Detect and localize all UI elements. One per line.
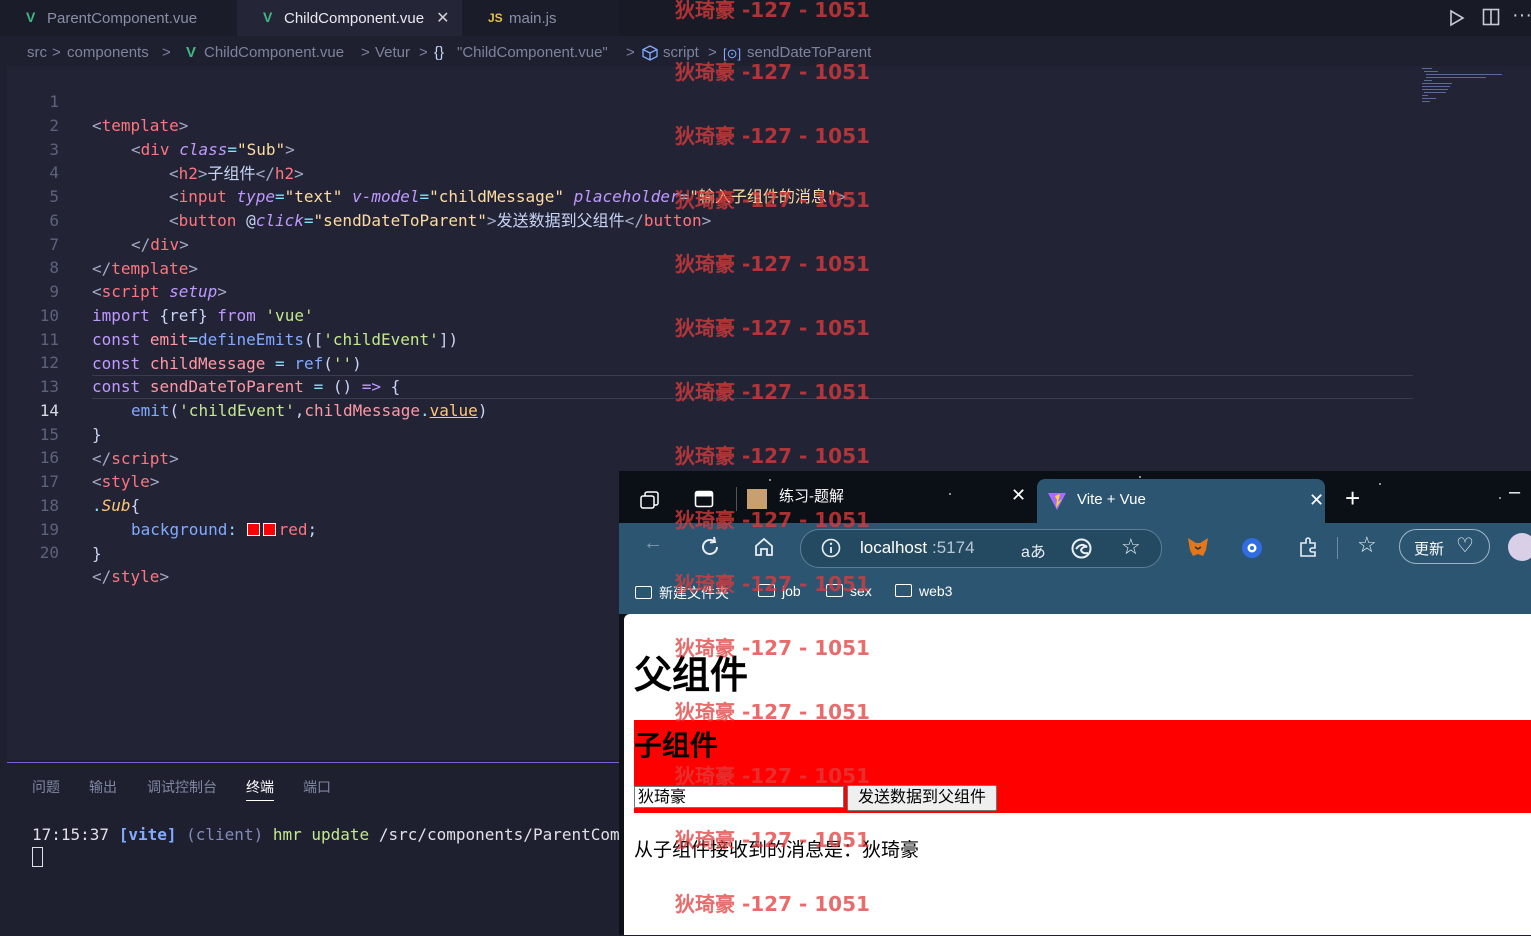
js-file-icon: JS — [488, 11, 503, 25]
address-bar[interactable]: localhost :5174 aあ ☆ — [800, 529, 1162, 568]
read-aloud-icon[interactable]: aあ — [1021, 538, 1046, 562]
breadcrumb-src[interactable]: src — [27, 44, 47, 61]
code-line: 13 emit('childEvent',childMessage.value) — [7, 351, 1413, 420]
panel-tab-problems[interactable]: 问题 — [32, 777, 60, 797]
extension-circle-icon[interactable] — [1241, 537, 1263, 559]
split-editor-icon[interactable] — [1482, 8, 1500, 26]
panel-tab-debug-console[interactable]: 调试控制台 — [147, 777, 217, 797]
watermark-text: 狄琦豪 -127 - 1051 — [675, 636, 870, 660]
run-icon[interactable] — [1448, 9, 1466, 27]
new-tab-icon[interactable]: + — [1345, 483, 1360, 514]
breadcrumb-components[interactable]: components — [67, 44, 149, 61]
info-icon[interactable] — [821, 538, 841, 558]
tab-label: ChildComponent.vue — [284, 9, 425, 27]
minimize-icon[interactable]: – — [1509, 481, 1520, 504]
watermark-text: 狄琦豪 -127 - 1051 — [675, 124, 870, 148]
bookmark-folder[interactable]: web3 — [895, 583, 952, 599]
watermark-text: 狄琦豪 -127 - 1051 — [675, 508, 870, 532]
watermark-text: 狄琦豪 -127 - 1051 — [675, 764, 870, 788]
folder-icon — [895, 584, 912, 597]
chevron-right-icon: > — [626, 44, 635, 61]
breadcrumb-file[interactable]: ChildComponent.vue — [204, 44, 344, 61]
vite-logo-icon — [1048, 493, 1066, 510]
refresh-icon[interactable] — [699, 536, 721, 558]
watermark-text: 狄琦豪 -127 - 1051 — [675, 60, 870, 84]
code-line: 5 <button @click="sendDateToParent">发送数据… — [7, 161, 1413, 230]
workspaces-icon[interactable] — [639, 490, 661, 510]
terminal-output[interactable]: 17:15:37 [vite] (client) hmr update /src… — [32, 825, 658, 844]
code-line: 2 <div class="Sub"> — [7, 90, 1413, 159]
update-label: 更新 — [1414, 541, 1445, 558]
back-icon[interactable]: ← — [643, 532, 663, 555]
watermark-text: 狄琦豪 -127 - 1051 — [675, 252, 870, 276]
watermark-text: 狄琦豪 -127 - 1051 — [675, 444, 870, 468]
code-line: 10 const emit=defineEmits(['childEvent']… — [7, 280, 1413, 349]
favorites-icon[interactable]: ☆ — [1357, 532, 1377, 558]
chevron-right-icon: > — [162, 44, 171, 61]
update-button[interactable]: 更新 ♡ — [1399, 529, 1490, 564]
terminal-time: 17:15:37 — [32, 825, 110, 844]
panel-tab-output[interactable]: 输出 — [89, 777, 117, 797]
heart-pulse-icon: ♡ — [1456, 535, 1474, 557]
braces-icon: {} — [434, 44, 445, 61]
panel-tab-ports[interactable]: 端口 — [303, 777, 331, 797]
cube-icon — [642, 45, 658, 61]
edge-logo-icon[interactable] — [1071, 538, 1092, 559]
watermark-text: 狄琦豪 -127 - 1051 — [675, 572, 870, 596]
breadcrumb-module[interactable]: "ChildComponent.vue" — [457, 44, 608, 61]
terminal-client: (client) — [186, 825, 264, 844]
line-number: 20 — [39, 543, 59, 562]
tab-label: main.js — [509, 9, 557, 27]
url-host: localhost — [860, 538, 928, 557]
watermark-text: 狄琦豪 -127 - 1051 — [675, 828, 870, 852]
close-icon[interactable]: ✕ — [1309, 490, 1324, 511]
panel-tab-terminal[interactable]: 终端 — [246, 777, 274, 801]
close-icon[interactable]: ✕ — [1011, 485, 1026, 506]
tab-child-component[interactable]: V ChildComponent.vue ✕ — [237, 0, 468, 36]
vue-file-icon: V — [186, 44, 197, 61]
vue-file-icon: V — [26, 9, 36, 25]
metamask-icon[interactable] — [1186, 536, 1210, 558]
minimap[interactable] — [1422, 66, 1512, 106]
browser-tab-label[interactable]: 练习-题解 — [779, 485, 844, 506]
watermark-text: 狄琦豪 -127 - 1051 — [675, 892, 870, 916]
child-message-input[interactable]: 狄琦豪 — [634, 786, 844, 808]
chevron-right-icon: > — [419, 44, 428, 61]
chevron-right-icon: > — [361, 44, 370, 61]
tab-label: ParentComponent.vue — [47, 9, 198, 27]
terminal-message: hmr update — [272, 825, 370, 844]
terminal-path: /src/components/ParentCompone — [378, 825, 659, 844]
more-actions-icon[interactable]: ··· — [1512, 4, 1531, 27]
url-port: :5174 — [932, 538, 975, 557]
close-icon[interactable]: ✕ — [436, 8, 449, 28]
watermark-text: 狄琦豪 -127 - 1051 — [675, 380, 870, 404]
watermark-text: 狄琦豪 -127 - 1051 — [675, 0, 870, 22]
tab-main-js[interactable]: JS main.js — [462, 0, 619, 36]
terminal-tag: [vite] — [118, 825, 177, 844]
tab-parent-component[interactable]: V ParentComponent.vue — [0, 0, 242, 36]
watermark-text: 狄琦豪 -127 - 1051 — [675, 700, 870, 724]
folder-icon — [635, 586, 652, 599]
browser-tab-label: Vite + Vue — [1077, 491, 1146, 508]
breadcrumb-vetur[interactable]: Vetur — [375, 44, 410, 61]
home-icon[interactable] — [753, 536, 775, 558]
watermark-text: 狄琦豪 -127 - 1051 — [675, 316, 870, 340]
bottom-panel: 问题 输出 调试控制台 终端 端口 17:15:37 [vite] (clien… — [7, 762, 658, 936]
favorite-star-icon[interactable]: ☆ — [1121, 534, 1141, 560]
child-heading: 子组件 — [634, 729, 719, 762]
terminal-cursor — [32, 847, 43, 867]
chevron-right-icon: > — [52, 44, 61, 61]
extensions-puzzle-icon[interactable] — [1297, 536, 1319, 558]
vue-file-icon: V — [263, 9, 273, 25]
avatar[interactable] — [1508, 533, 1531, 561]
watermark-text: 狄琦豪 -127 - 1051 — [675, 188, 870, 212]
